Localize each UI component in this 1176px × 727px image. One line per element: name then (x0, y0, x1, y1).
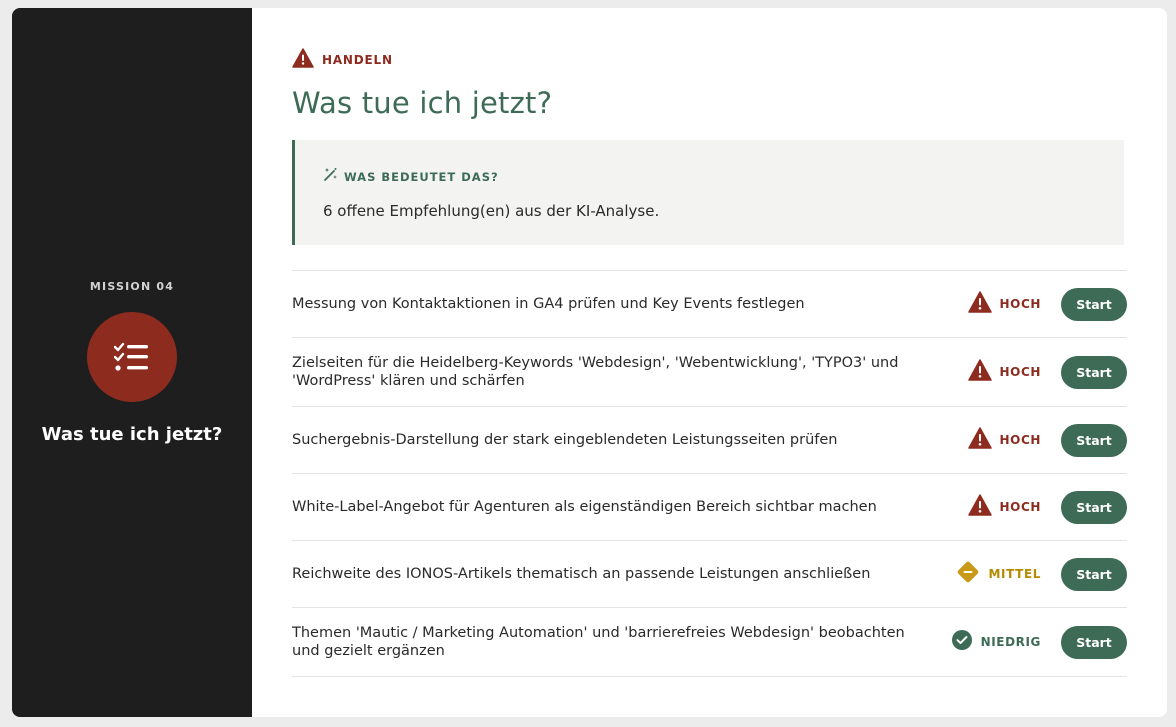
priority-badge: HOCH (967, 494, 1042, 520)
task-text: Themen 'Mautic / Marketing Automation' u… (292, 625, 905, 659)
mission-sidebar: MISSION 04 Was tue ich jetzt? (12, 8, 252, 717)
priority-label: HOCH (999, 365, 1041, 379)
info-text: 6 offene Empfehlung(en) aus der KI-Analy… (323, 202, 660, 220)
info-heading: WAS BEDEUTET DAS? (344, 169, 499, 184)
section-eyebrow: HANDELN (292, 48, 393, 72)
warning-icon (967, 427, 992, 453)
main-content: HANDELN Was tue ich jetzt? WAS BEDEUTET … (252, 8, 1167, 717)
start-button[interactable]: Start (1061, 490, 1127, 524)
task-text: Reichweite des IONOS-Artikels thematisch… (292, 566, 871, 582)
start-button[interactable]: Start (1061, 625, 1127, 659)
warning-icon (967, 494, 992, 520)
mission-card: MISSION 04 Was tue ich jetzt? HANDELN Wa… (12, 8, 1167, 717)
sidebar-title: Was tue ich jetzt? (41, 424, 223, 445)
mission-label: MISSION 04 (89, 280, 175, 293)
page-title: Was tue ich jetzt? (292, 86, 553, 120)
task-text: Messung von Kontaktaktionen in GA4 prüfe… (292, 296, 805, 312)
list-item: Suchergebnis-Darstellung der stark einge… (292, 407, 1127, 474)
checklist-icon (87, 312, 177, 402)
list-item: Themen 'Mautic / Marketing Automation' u… (292, 608, 1127, 677)
start-button[interactable]: Start (1061, 287, 1127, 321)
task-text: Zielseiten für die Heidelberg-Keywords '… (292, 355, 899, 389)
eyebrow-label: HANDELN (322, 53, 393, 67)
warning-icon (967, 291, 992, 317)
warning-icon (292, 48, 314, 72)
start-button[interactable]: Start (1061, 423, 1127, 457)
minus-diamond-icon (955, 559, 981, 589)
list-item: White-Label-Angebot für Agenturen als ei… (292, 474, 1127, 541)
list-item: Messung von Kontaktaktionen in GA4 prüfe… (292, 271, 1127, 338)
list-item: Zielseiten für die Heidelberg-Keywords '… (292, 338, 1127, 407)
recommendation-list: Messung von Kontaktaktionen in GA4 prüfe… (292, 270, 1127, 677)
priority-label: HOCH (999, 500, 1041, 514)
check-circle-icon (951, 629, 973, 655)
info-heading-row: WAS BEDEUTET DAS? (323, 167, 1124, 186)
list-item: Reichweite des IONOS-Artikels thematisch… (292, 541, 1127, 608)
start-button[interactable]: Start (1061, 355, 1127, 389)
priority-badge: HOCH (967, 427, 1042, 453)
priority-label: MITTEL (988, 567, 1041, 581)
task-text: White-Label-Angebot für Agenturen als ei… (292, 499, 877, 515)
warning-icon (967, 359, 992, 385)
priority-label: HOCH (999, 433, 1041, 447)
start-button[interactable]: Start (1061, 557, 1127, 591)
task-text: Suchergebnis-Darstellung der stark einge… (292, 432, 838, 448)
priority-badge: HOCH (967, 291, 1042, 317)
priority-badge: MITTEL (955, 559, 1042, 589)
priority-label: NIEDRIG (980, 635, 1041, 649)
info-box: WAS BEDEUTET DAS? 6 offene Empfehlung(en… (292, 140, 1124, 245)
priority-badge: HOCH (967, 359, 1042, 385)
magic-wand-icon (323, 167, 338, 186)
priority-label: HOCH (999, 297, 1041, 311)
priority-badge: NIEDRIG (951, 629, 1041, 655)
